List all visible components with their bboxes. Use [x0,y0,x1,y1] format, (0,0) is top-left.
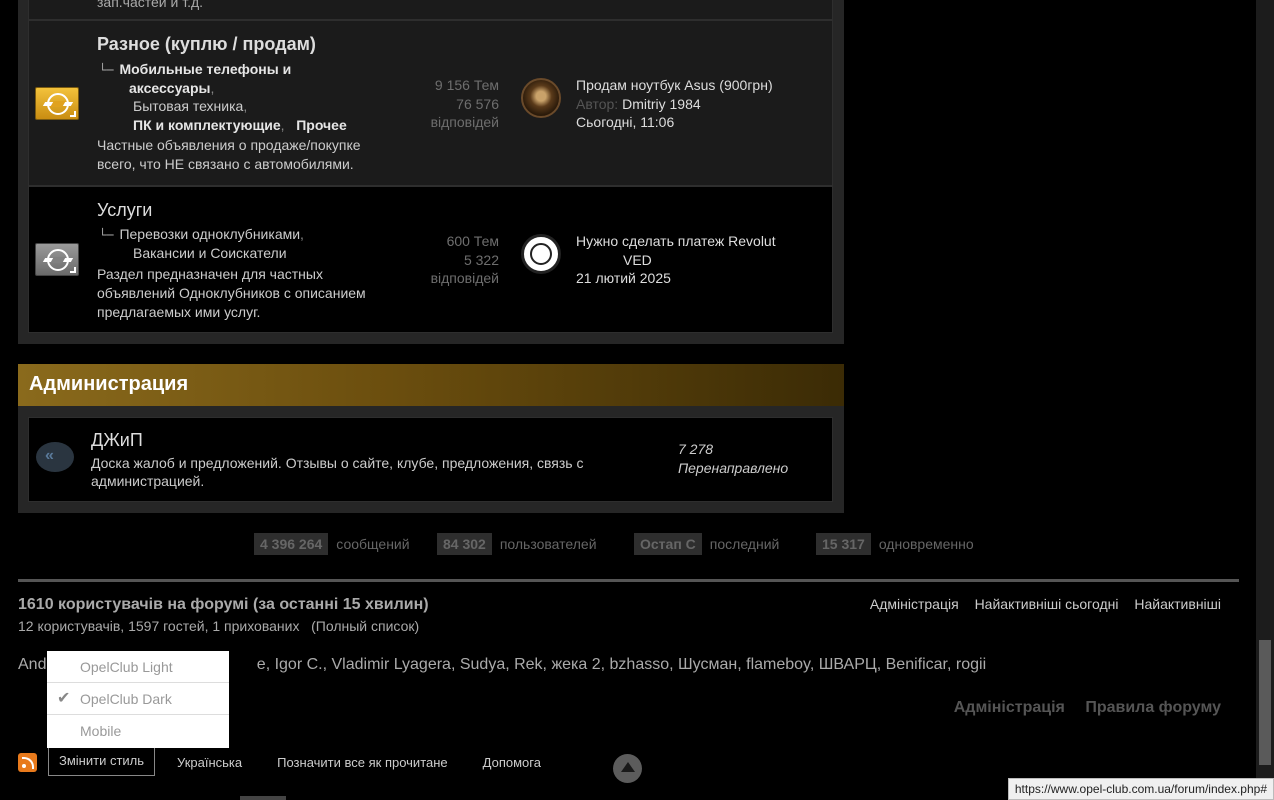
online-title: 1610 користувачів на форумі (за останні … [18,596,429,613]
online-links: Адміністрація Найактивніші сьогодні Найа… [858,596,1221,612]
category-block: зап.частей и т.д. Разное (куплю / продам… [18,0,844,344]
subforum-link[interactable]: Вакансии и Соискатели [133,245,287,261]
change-style-button[interactable]: Змінити стиль [48,748,156,776]
redirect-icon: « [36,442,74,472]
forum-row-prev: зап.частей и т.д. [28,0,833,20]
avatar[interactable] [521,78,561,118]
forum-row-services[interactable]: Услуги └─ Перевозки одноклубниками, Вакан… [28,186,833,333]
subforum-list: └─ Мобильные телефоны и аксессуары, Бытов… [99,61,347,133]
tree-icon: └─ [99,63,114,77]
style-option-light[interactable]: OpelClub Light [47,651,229,683]
forum-stats: 9 156 Тем 76 576 відповідей [430,77,499,130]
full-list-link[interactable]: (Полный список) [311,618,419,634]
forum-icon [35,87,79,120]
style-option-dark[interactable]: ✔ OpelClub Dark [47,683,229,715]
last-post-title[interactable]: Продам ноутбук Asus (900грн) [576,76,773,95]
forum-stats: 600 Тем 5 322 відповідей [430,233,499,286]
last-post-title-cont[interactable]: VED [576,251,776,270]
check-icon: ✔ [57,690,71,707]
forum-row-sale[interactable]: Разное (куплю / продам) └─ Мобильные теле… [28,20,833,186]
forum-desc: зап.частей и т.д. [97,0,204,10]
last-post-time: 21 лютий 2025 [576,270,671,286]
stat-newest[interactable]: Остап Споследний [634,532,779,556]
tree-icon: └─ [99,228,114,242]
scroll-top-icon[interactable] [613,754,642,783]
link-administration[interactable]: Адміністрація [954,699,1065,716]
subforum-link[interactable]: Перевозки одноклубниками [119,226,300,242]
last-post-title[interactable]: Нужно сделать платеж Revolut [576,232,776,251]
stat-users: 84 302 пользователей [437,532,597,556]
online-summary: 12 користувачів, 1597 гостей, 1 прихован… [18,618,420,634]
language-link[interactable]: Українська [177,755,242,770]
stat-max-online: 15 317 одновременно [816,532,974,556]
subforum-link[interactable]: ПК и комплектующие [133,117,281,133]
link-forum-rules[interactable]: Правила форуму [1085,699,1221,716]
forum-desc: Раздел предназначен для частных объявлен… [97,266,366,320]
last-post: Нужно сделать платеж Revolut VED 21 люти… [576,232,776,288]
help-link[interactable]: Допомога [483,755,541,770]
divider [18,579,1239,582]
avatar[interactable] [521,234,561,274]
category-block-admin: « ДЖиП Доска жалоб и предложений. Отзывы… [18,406,844,513]
last-post: Продам ноутбук Asus (900грн) Автор: Dmit… [576,76,773,130]
link-most-active[interactable]: Найактивніші [1134,596,1221,612]
forum-row-feedback[interactable]: « ДЖиП Доска жалоб и предложений. Отзывы… [28,417,833,502]
style-menu: OpelClub Light ✔ OpelClub Dark Mobile [47,651,229,748]
scrollbar-thumb[interactable] [1259,640,1271,765]
status-url: https://www.opel-club.com.ua/forum/index… [1007,778,1274,800]
subforum-link[interactable]: Мобильные телефоны и [119,61,291,77]
style-option-mobile[interactable]: Mobile [47,715,229,747]
subforum-link[interactable]: аксессуары [129,80,210,96]
last-post-author[interactable]: Dmitriy 1984 [622,96,701,112]
link-most-active-today[interactable]: Найактивніші сьогодні [975,596,1119,612]
forum-title[interactable]: ДЖиП [91,430,143,451]
forum-desc: Доска жалоб и предложений. Отзывы о сайт… [91,455,584,489]
bottom-tab [240,796,286,800]
redirect-stats: 7 278 Перенаправлено [678,441,789,476]
category-title: Администрация [29,373,189,395]
forum-icon [35,243,79,276]
forum-page: зап.частей и т.д. Разное (куплю / продам… [0,0,1256,800]
bottom-links: Адміністрація Правила форуму [938,699,1221,717]
link-admins[interactable]: Адміністрація [870,596,959,612]
mark-read-link[interactable]: Позначити все як прочитане [277,755,448,770]
forum-desc: Частные объявления о продаже/покупке все… [97,137,361,172]
footer: Змінити стиль Українська Позначити все я… [18,748,541,776]
forum-title[interactable]: Услуги [97,200,152,221]
subforum-link[interactable]: Прочее [296,117,347,133]
last-post-time: Сьогодні, 11:06 [576,114,675,130]
subforum-list: └─ Перевозки одноклубниками, Вакансии и С… [99,226,304,261]
scrollbar[interactable] [1256,0,1274,800]
stat-posts: 4 396 264 сообщений [254,532,410,556]
rss-icon[interactable] [18,752,37,772]
subforum-link[interactable]: Бытовая техника [133,98,243,114]
category-header: Администрация [18,364,844,406]
forum-title[interactable]: Разное (куплю / продам) [97,34,316,55]
